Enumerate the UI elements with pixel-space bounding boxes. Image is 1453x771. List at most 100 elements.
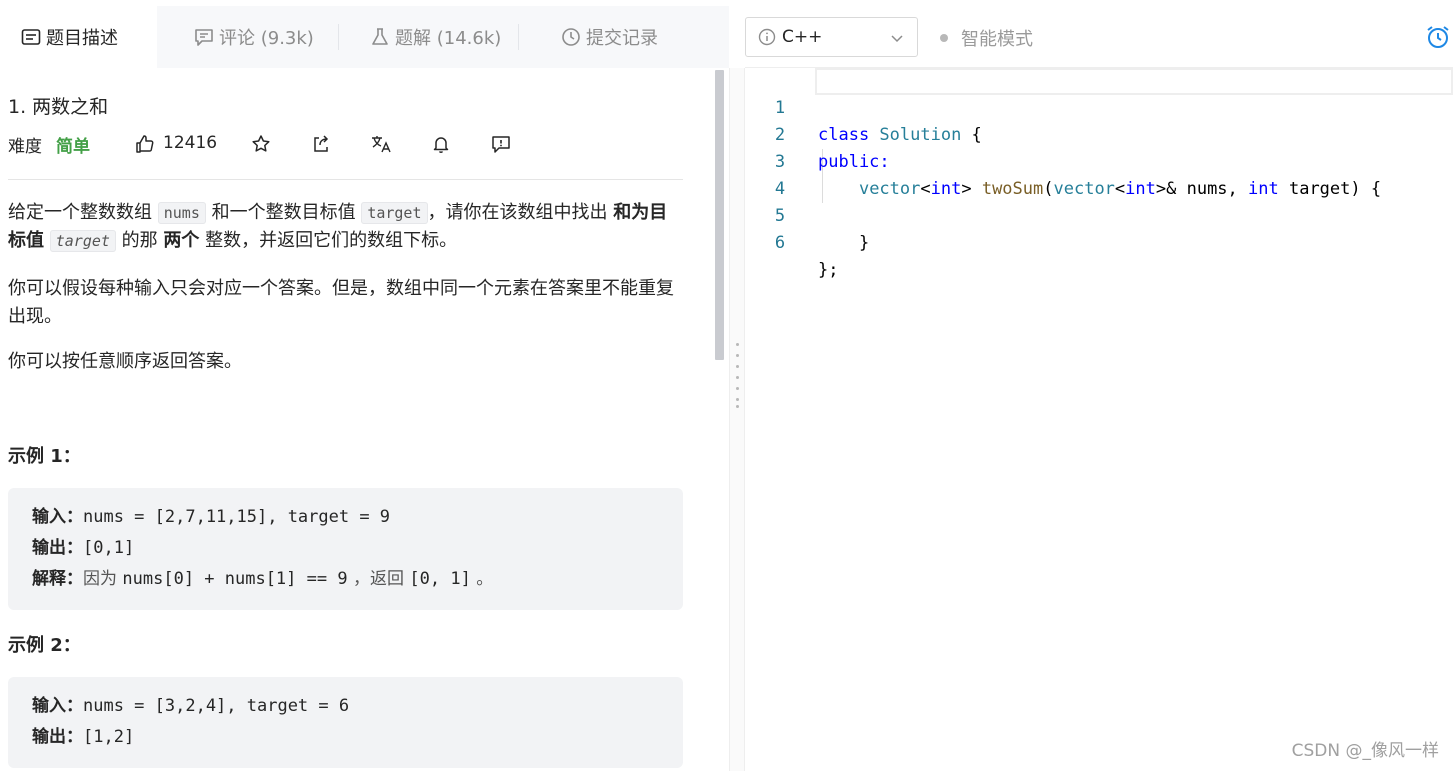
description-text: [44, 230, 50, 251]
timer-button[interactable]: [1425, 24, 1451, 50]
description-paragraph-3: 你可以按任意顺序返回答案。: [8, 351, 242, 372]
like-count: 12416: [163, 133, 218, 153]
section-divider: [8, 179, 683, 180]
editor-panel: C++ 智能模式 1 class Solution { 2 public: 3 …: [745, 0, 1453, 771]
example-explain-text: 。: [470, 569, 494, 589]
description-bold: 两个: [163, 230, 200, 251]
favorite-button[interactable]: [249, 132, 273, 156]
tab-solutions-label: 题解 (14.6k): [395, 28, 502, 49]
tab-description[interactable]: 题目描述: [0, 6, 157, 68]
tab-comments-label: 评论 (9.3k): [219, 28, 314, 49]
feedback-button[interactable]: [489, 132, 513, 156]
grip-dot: [736, 398, 739, 401]
grip-dot: [736, 343, 739, 346]
description-icon: [20, 26, 42, 48]
example-2-title: 示例 2：: [8, 635, 81, 656]
example-input-value: nums = [3,2,4], target = 6: [83, 696, 350, 716]
example-output-value: [0,1]: [83, 538, 135, 558]
smart-mode-dot-icon: [940, 34, 948, 42]
description-paragraph-2: 你可以假设每种输入只会对应一个答案。但是，数组中同一个元素在答案里不能重复出现。: [8, 278, 674, 327]
bell-icon: [433, 137, 449, 154]
tab-submissions[interactable]: 提交记录: [560, 6, 658, 68]
code-editor[interactable]: 1 class Solution { 2 public: 3 vector<in…: [745, 68, 1453, 771]
comment-icon: [193, 26, 215, 48]
example-1-input: 输入：nums = [2,7,11,15], target = 9: [32, 502, 659, 533]
example-2-output: 输出：[1,2]: [32, 722, 659, 753]
alarm-clock-icon: [1427, 26, 1449, 48]
code-line: 3 vector<int> twoSum(vector<int>& nums, …: [745, 122, 1453, 199]
description-text: 和一个整数目标值: [205, 202, 362, 223]
tab-submissions-label: 提交记录: [586, 28, 658, 49]
star-icon: [252, 135, 270, 152]
like-button[interactable]: [133, 132, 157, 156]
grip-dot: [736, 405, 739, 408]
description-scrollbar[interactable]: [715, 70, 724, 360]
tab-separator: [338, 24, 339, 50]
code-line: 2 public:: [745, 95, 1453, 172]
description-text: 给定一个整数数组: [8, 202, 158, 223]
line-number: 6: [774, 233, 786, 253]
tab-separator: [518, 24, 519, 50]
code-line: 1 class Solution {: [745, 68, 1453, 145]
clock-icon: [560, 26, 582, 48]
problem-panel: 题目描述 评论 (9.3k) 题解 (14.6k) 提交记录 1. 两数之和 难…: [0, 0, 729, 771]
watermark: CSDN @_像风一样: [1291, 741, 1439, 761]
description-text: 的那: [115, 230, 164, 251]
example-input-value: nums = [2,7,11,15], target = 9: [83, 507, 391, 527]
example-input-label: 输入：: [32, 696, 83, 716]
share-button[interactable]: [309, 132, 333, 156]
language-select[interactable]: C++: [745, 17, 918, 57]
example-explain-text: 因为: [83, 569, 123, 589]
code-text: };: [818, 260, 839, 280]
example-2-input: 输入：nums = [3,2,4], target = 6: [32, 691, 659, 722]
feedback-icon: [492, 136, 510, 153]
example-1-box: 输入：nums = [2,7,11,15], target = 9 输出：[0,…: [8, 488, 683, 610]
difficulty-label: 难度: [8, 136, 42, 157]
grip-dot: [736, 354, 739, 357]
example-output-label: 输出：: [32, 727, 83, 747]
example-explain-text: ，返回: [347, 569, 410, 589]
description-text: ，请你在该数组中找出: [427, 202, 614, 223]
flask-icon: [369, 26, 391, 48]
pane-resize-handle[interactable]: [729, 68, 745, 771]
example-1-output: 输出：[0,1]: [32, 533, 659, 564]
thumbs-up-icon: [136, 135, 154, 153]
inline-code-nums: nums: [157, 202, 206, 224]
tab-solutions[interactable]: 题解 (14.6k): [369, 6, 501, 68]
description-paragraph-1: 给定一个整数数组 nums 和一个整数目标值 target ，请你在该数组中找出 …: [8, 199, 683, 255]
smart-mode-toggle[interactable]: 智能模式: [940, 25, 1033, 51]
problem-meta: 难度 简单: [8, 130, 90, 158]
example-explain-label: 解释：: [32, 569, 83, 589]
code-line: 5 }: [745, 176, 1453, 253]
grip-dot: [736, 365, 739, 368]
subscribe-button[interactable]: [429, 132, 453, 156]
problem-tabbar: 题目描述 评论 (9.3k) 题解 (14.6k) 提交记录: [0, 6, 729, 68]
example-output-value: [1,2]: [83, 727, 135, 747]
example-1-explanation: 解释：因为 nums[0] + nums[1] == 9 ，返回 [0, 1] …: [32, 564, 659, 595]
description-text: 整数，并返回它们的数组下标。: [199, 230, 458, 251]
tab-comments[interactable]: 评论 (9.3k): [193, 6, 314, 68]
code-line: 6 };: [745, 203, 1453, 280]
translate-icon: [372, 136, 391, 153]
code-text: }: [818, 233, 870, 253]
language-value: C++: [782, 27, 823, 47]
chevron-down-icon: [891, 35, 903, 43]
smart-mode-label: 智能模式: [961, 29, 1033, 50]
translate-button[interactable]: [369, 132, 393, 156]
example-output-label: 输出：: [32, 538, 83, 558]
inline-code-target: target: [361, 202, 428, 224]
editor-toolbar: C++ 智能模式: [745, 6, 1453, 68]
info-icon: [758, 28, 776, 46]
difficulty-badge: 简单: [56, 136, 90, 157]
grip-dot: [736, 387, 739, 390]
problem-title: 1. 两数之和: [8, 96, 109, 118]
share-icon: [314, 135, 329, 152]
grip-dot: [736, 376, 739, 379]
example-explain-code: nums[0] + nums[1] == 9: [122, 569, 348, 589]
tab-description-label: 题目描述: [46, 28, 118, 49]
code-line: 4: [745, 149, 1453, 199]
example-2-box: 输入：nums = [3,2,4], target = 6 输出：[1,2]: [8, 677, 683, 768]
example-explain-code: [0, 1]: [409, 569, 471, 589]
example-1-title: 示例 1：: [8, 446, 81, 467]
inline-code-target-italic: target: [49, 230, 116, 252]
